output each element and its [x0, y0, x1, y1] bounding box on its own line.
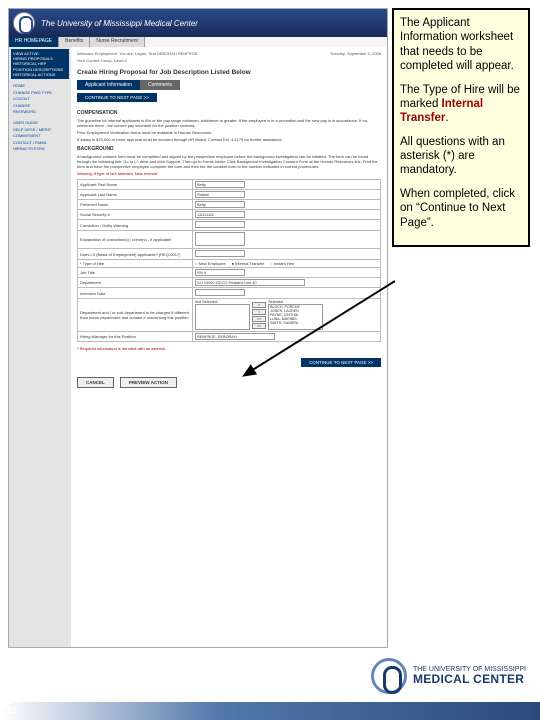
listbox-available[interactable]	[195, 304, 250, 330]
sidebar-nav-block: VIEW ACTIVE HIRING PROPOSALS HISTORICAL …	[11, 49, 69, 79]
sidebar-link[interactable]: CHANGE	[13, 103, 67, 109]
sidebar-link[interactable]: COMMITMENT	[13, 133, 67, 139]
move-all-right-button[interactable]: >>	[252, 316, 266, 322]
app-screenshot: The University of Mississippi Medical Ce…	[8, 8, 388, 648]
field-conviction[interactable]	[195, 221, 245, 228]
subtab-bar: Applicant Information Comments	[77, 80, 381, 90]
field-interview[interactable]	[195, 289, 245, 296]
banner-title: The University of Mississippi Medical Ce…	[41, 19, 198, 28]
move-buttons: > < >> <<	[252, 302, 266, 329]
sidebar-link[interactable]: PASSWORD	[13, 109, 67, 115]
continue-button-bottom[interactable]: CONTINUE TO NEXT PAGE >>	[301, 358, 381, 367]
lbl-ssn: Social Security #	[78, 210, 193, 220]
footer-stripe	[0, 702, 540, 720]
footer-logo-text: THE UNIVERSITY OF MISSISSIPPI MEDICAL CE…	[413, 666, 526, 686]
footer-buttons: CANCEL PREVIEW ACTION	[77, 377, 381, 388]
section-compensation: COMPENSATION	[77, 110, 381, 116]
field-first-name[interactable]: Betty	[195, 181, 245, 188]
callout-p4: When completed, click on “Continue to Ne…	[400, 187, 522, 230]
tab-home[interactable]: HR HOMEPAGE	[9, 37, 59, 47]
move-all-left-button[interactable]: <<	[252, 323, 266, 329]
lbl-manager: Hiring Manager for this Position	[78, 332, 193, 342]
radio-instant[interactable]: Instant Hire	[270, 261, 294, 266]
footer-logo: THE UNIVERSITY OF MISSISSIPPI MEDICAL CE…	[371, 658, 526, 694]
sidebar: VIEW ACTIVE HIRING PROPOSALS HISTORICAL …	[9, 47, 71, 647]
sidebar-link[interactable]: CHANGE PWD TYPE	[13, 90, 67, 96]
sidebar-item[interactable]: POSITION DESCRIPTIONS	[13, 67, 67, 72]
field-dept[interactable]: DO 13000 ICECO Pediatric Unit 4C	[195, 279, 305, 286]
lbl-last-name: Applicant Last Name	[78, 190, 193, 200]
callout-p1: The Applicant Information worksheet that…	[400, 16, 522, 74]
sidebar-link[interactable]: CONTACT / EMAIL	[13, 140, 67, 146]
field-ssn[interactable]: 111111111	[195, 211, 245, 218]
group-text: Your Current Group: Level 2	[77, 58, 381, 63]
move-left-button[interactable]: <	[252, 309, 266, 315]
tab-benefits[interactable]: Benefits	[59, 37, 90, 47]
subtab-applicant[interactable]: Applicant Information	[77, 80, 140, 90]
app-banner: The University of Mississippi Medical Ce…	[9, 9, 387, 37]
callout-p3: All questions with an asterisk (*) are m…	[400, 135, 522, 178]
field-jobtitle[interactable]: RN II	[195, 269, 245, 276]
field-i9[interactable]	[195, 250, 245, 257]
bg-p1: A background consent form must be comple…	[77, 154, 381, 169]
field-last-name[interactable]: Rubble	[195, 191, 245, 198]
field-pref-name[interactable]: Betty	[195, 201, 245, 208]
lbl-i9: Does I-9 (Basis of Employment) applicabl…	[78, 249, 193, 260]
lbl-pref-name: Preferred Name	[78, 200, 193, 210]
body-area: VIEW ACTIVE HIRING PROPOSALS HISTORICAL …	[9, 47, 387, 647]
lbl-interview: Interview Date	[78, 288, 193, 299]
sidebar-links-2: USER GUIDE HELP DESK / MERIT COMMITMENT …	[11, 118, 69, 155]
continue-button-top[interactable]: CONTINUE TO NEXT PAGE >>	[77, 93, 157, 102]
lbl-conviction: Conviction / Guilty Warning	[78, 220, 193, 231]
subtab-comments[interactable]: Comments	[140, 80, 180, 90]
radio-internal[interactable]: Internal Transfer	[232, 261, 265, 266]
lbl-dept: Department	[78, 278, 193, 288]
callout-p2: The Type of Hire will be marked Internal…	[400, 83, 522, 126]
comp-p1: The guideline for internal applicants is…	[77, 118, 381, 128]
banner-logo-icon	[13, 12, 35, 34]
instruction-callout: The Applicant Information worksheet that…	[392, 8, 530, 247]
lbl-type: * Type of Hire	[78, 260, 193, 268]
mandatory-note: * Required information is denoted with a…	[77, 346, 381, 351]
move-right-button[interactable]: >	[252, 302, 266, 308]
radio-new[interactable]: New Employee	[195, 261, 225, 266]
cancel-button[interactable]: CANCEL	[77, 377, 114, 388]
lbl-explain: Explanation of conviction(s) / crime(s) …	[78, 231, 193, 249]
sidebar-item[interactable]: HISTORICAL ACTIONS	[13, 72, 67, 77]
field-explain[interactable]	[195, 232, 245, 246]
date-text: Tuesday, September 2, 2008	[330, 51, 381, 56]
field-manager[interactable]: RENFROE, DEBORAH	[195, 333, 275, 340]
preview-button[interactable]: PREVIEW ACTION	[120, 377, 177, 388]
lbl-search: Department and / or sub-department to be…	[78, 299, 193, 332]
page-title: Create Hiring Proposal for Job Descripti…	[77, 69, 381, 76]
footer-logo-big: MEDICAL CENTER	[413, 673, 526, 686]
main-panel: Welcome Employment. You are: Logan, Tina…	[71, 47, 387, 647]
sidebar-link[interactable]: HIRING SYSTEM	[13, 146, 67, 152]
sidebar-link[interactable]: USER GUIDE	[13, 120, 67, 126]
welcome-text: Welcome Employment. You are: Logan, Tina…	[77, 51, 199, 56]
sidebar-links-1: HOME CHANGE PWD TYPE LOGOUT CHANGE PASSW…	[11, 81, 69, 118]
listbox-selected[interactable]: BLOCH, PORCHE JONES, LAUREN PAYNE, CINTH…	[268, 304, 323, 330]
page-number: 19	[6, 705, 17, 716]
tab-nurse[interactable]: Nurse Recruitment	[90, 37, 145, 47]
breadcrumb: Welcome Employment. You are: Logan, Tina…	[77, 51, 381, 56]
list-item[interactable]: SMITH, SANDRA	[270, 322, 321, 326]
sidebar-link[interactable]: LOGOUT	[13, 96, 67, 102]
sidebar-link[interactable]: HOME	[13, 83, 67, 89]
bg-warning: Warning: if type of hire selected 'New I…	[77, 171, 381, 176]
sidebar-link[interactable]: HELP DESK / MERIT	[13, 127, 67, 133]
comp-p2: Prior Employment Verification forms must…	[77, 130, 381, 135]
top-tabs: HR HOMEPAGE Benefits Nurse Recruitment	[9, 37, 387, 47]
lbl-jobtitle: Job Title	[78, 268, 193, 278]
slide: The University of Mississippi Medical Ce…	[0, 0, 540, 720]
type-of-hire-radios: New Employee Internal Transfer Instant H…	[195, 261, 378, 266]
footer-logo-icon	[371, 658, 407, 694]
comp-p3: If salary is $75,000 or more approval mu…	[77, 137, 381, 142]
lbl-first-name: Applicant First Name	[78, 180, 193, 190]
section-background: BACKGROUND	[77, 146, 381, 152]
